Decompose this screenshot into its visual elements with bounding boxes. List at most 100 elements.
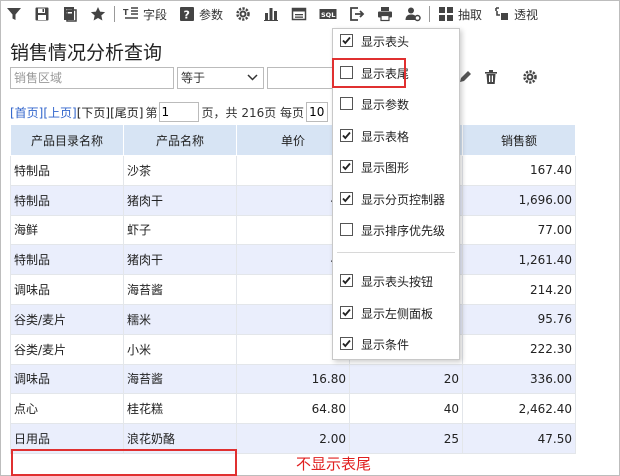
settings-button[interactable] <box>229 0 257 28</box>
table-cell: 336.00 <box>462 363 576 395</box>
last-page-link[interactable]: [尾页] <box>110 104 143 121</box>
layout-button[interactable] <box>285 0 313 28</box>
filter-button[interactable] <box>0 0 28 28</box>
sql-icon: SQL <box>319 9 337 19</box>
table-cell: 特制品 <box>10 184 124 216</box>
params-label: 参数 <box>199 7 224 22</box>
menu-item-label: 显示排序优先级 <box>361 224 446 238</box>
check-icon <box>342 339 351 348</box>
checkbox-show-sort-priority[interactable] <box>340 223 353 236</box>
save-as-button[interactable] <box>56 0 84 28</box>
condition-settings-button[interactable] <box>520 67 540 87</box>
table-cell: 1,696.00 <box>462 184 576 216</box>
table-row: 特制品 猪肉干 42 5 1,261.40 <box>10 244 576 276</box>
fields-button[interactable]: T 字段 <box>117 0 173 28</box>
user-settings-button[interactable] <box>399 0 427 28</box>
page-size-input[interactable] <box>306 102 329 122</box>
check-icon <box>342 276 351 285</box>
table-cell: 桂花糕 <box>123 393 237 425</box>
table-cell: 2.00 <box>236 423 350 454</box>
checkbox-show-params[interactable] <box>340 97 353 110</box>
table-cell: 95.76 <box>462 303 576 335</box>
table-cell: 2,462.40 <box>462 393 576 425</box>
checkbox-show-conditions[interactable] <box>340 337 353 350</box>
document-copy-icon <box>64 7 77 22</box>
menu-item-show-header[interactable]: 显示表头 <box>333 29 459 53</box>
checkbox-show-table[interactable] <box>340 129 353 142</box>
table-cell: 222.30 <box>462 333 576 365</box>
menu-item-label: 显示左侧面板 <box>361 307 434 321</box>
table-cell: 20 <box>349 363 463 395</box>
first-page-link[interactable]: [首页] <box>10 104 43 121</box>
menu-item-label: 显示分页控制器 <box>361 193 446 207</box>
menu-item-show-left-panel[interactable]: 显示左侧面板 <box>333 301 459 325</box>
table-cell: 64.80 <box>236 393 350 425</box>
menu-item-show-header-buttons[interactable]: 显示表头按钮 <box>333 269 459 293</box>
sql-button[interactable]: SQL <box>313 0 343 28</box>
table-cell: 海苔酱 <box>123 363 237 395</box>
table-cell: 沙茶 <box>123 155 237 186</box>
save-button[interactable] <box>28 0 56 28</box>
pivot-icon <box>495 7 509 20</box>
page-number-input[interactable] <box>158 102 199 122</box>
export-icon <box>350 7 365 21</box>
column-header-category[interactable]: 产品目录名称 <box>10 124 124 156</box>
table-cell: 谷类/麦片 <box>10 303 124 335</box>
condition-field-input[interactable] <box>10 67 174 89</box>
check-icon <box>342 131 351 140</box>
svg-text:?: ? <box>184 9 190 22</box>
pager: [首页] [上页] [下页] [尾页] 第 页，共 216页 每页 <box>10 102 329 122</box>
params-button[interactable]: ? 参数 <box>173 0 229 28</box>
condition-value-input[interactable] <box>267 67 333 89</box>
toolbar-separator <box>114 6 115 22</box>
extract-label: 抽取 <box>458 7 483 22</box>
operator-select[interactable]: 等于 <box>177 67 264 89</box>
column-header-sales[interactable]: 销售额 <box>462 124 576 156</box>
table-cell: 调味品 <box>10 274 124 305</box>
chart-button[interactable] <box>257 0 285 28</box>
extract-button[interactable]: 抽取 <box>432 0 488 28</box>
condition-row: 等于 <box>10 67 333 89</box>
menu-item-label: 显示表头按钮 <box>361 275 434 289</box>
menu-item-show-sort-priority[interactable]: 显示排序优先级 <box>333 218 459 242</box>
delete-button[interactable] <box>481 67 501 87</box>
trash-icon <box>485 70 497 84</box>
layout-icon <box>291 7 307 21</box>
pivot-button[interactable]: 透视 <box>488 0 544 28</box>
toolbar-separator <box>429 6 431 22</box>
checkbox-show-left-panel[interactable] <box>340 306 353 319</box>
table-row: 点心 桂花糕 64.80 40 2,462.40 <box>10 393 576 425</box>
pivot-label: 透视 <box>514 7 539 22</box>
menu-item-show-conditions[interactable]: 显示条件 <box>333 332 459 356</box>
save-icon <box>35 7 49 21</box>
table-cell: 小米 <box>123 333 237 365</box>
page-prefix: 第 <box>145 105 158 120</box>
favorite-button[interactable] <box>84 0 112 28</box>
checkbox-show-pager[interactable] <box>340 192 353 205</box>
menu-item-show-params[interactable]: 显示参数 <box>333 92 459 116</box>
gear-icon <box>523 70 537 84</box>
next-page-link[interactable]: [下页] <box>77 104 110 121</box>
menu-item-show-table[interactable]: 显示表格 <box>333 124 459 148</box>
table-row: 特制品 沙茶 18 9 167.40 <box>10 155 576 186</box>
menu-separator <box>337 252 455 253</box>
prev-page-link[interactable]: [上页] <box>43 104 76 121</box>
printer-icon <box>378 7 393 22</box>
export-button[interactable] <box>343 0 371 28</box>
menu-item-show-pager[interactable]: 显示分页控制器 <box>333 187 459 211</box>
menu-item-label: 显示表头 <box>361 35 410 49</box>
question-icon: ? <box>180 7 195 22</box>
svg-text:T: T <box>123 8 129 17</box>
checkbox-show-header[interactable] <box>340 34 353 47</box>
menu-item-label: 显示图形 <box>361 161 410 175</box>
print-button[interactable] <box>371 0 399 28</box>
column-header-product[interactable]: 产品名称 <box>123 124 237 156</box>
page-total-text: 页，共 216页 每页 <box>201 105 305 120</box>
table-header-row: 产品目录名称 产品名称 单价 销售额 <box>10 124 576 156</box>
table-row: 调味品 海苔酱 16 5 214.20 <box>10 274 576 305</box>
checkbox-show-header-buttons[interactable] <box>340 274 353 287</box>
checkbox-show-chart[interactable] <box>340 160 353 173</box>
menu-item-show-chart[interactable]: 显示图形 <box>333 155 459 179</box>
table-cell: 25 <box>349 423 463 454</box>
table-row: 海鲜 虾子 7 0 77.00 <box>10 214 576 246</box>
